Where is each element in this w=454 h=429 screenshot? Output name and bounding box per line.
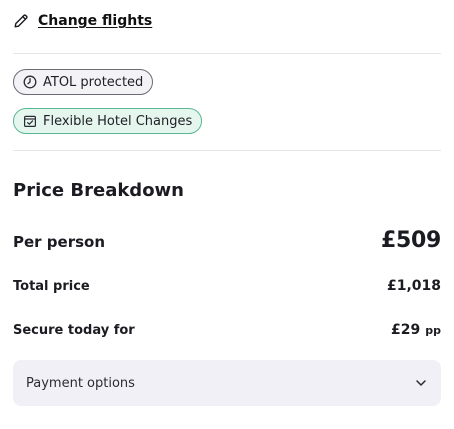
total-price-value: £1,018 — [386, 278, 441, 294]
pencil-icon — [13, 13, 29, 29]
atol-clock-icon — [23, 75, 37, 89]
secure-today-value: £29 — [391, 322, 421, 338]
secure-today-amount: £29 pp — [391, 319, 441, 338]
flexible-hotel-changes-label: Flexible Hotel Changes — [43, 113, 193, 129]
per-person-row: Per person £509 — [13, 228, 441, 253]
chevron-down-icon[interactable] — [414, 376, 428, 390]
total-price-row: Total price £1,018 — [13, 278, 441, 294]
divider — [13, 53, 441, 54]
atol-protected-label: ATOL protected — [43, 74, 144, 90]
price-breakdown-title: Price Breakdown — [13, 180, 184, 201]
secure-today-row: Secure today for £29 pp — [13, 319, 441, 338]
flexible-hotel-changes-badge: Flexible Hotel Changes — [13, 108, 203, 134]
calendar-check-icon — [23, 114, 37, 128]
change-flights-link[interactable]: Change flights — [13, 13, 152, 29]
total-price-label: Total price — [13, 279, 90, 294]
secure-today-label: Secure today for — [13, 323, 135, 338]
payment-options-accordion[interactable]: Payment options — [13, 360, 441, 406]
per-person-label: Per person — [13, 233, 106, 251]
payment-options-label: Payment options — [26, 375, 135, 391]
per-person-price: £509 — [380, 228, 441, 253]
per-person-suffix: pp — [425, 324, 441, 337]
divider — [13, 150, 441, 151]
atol-protected-badge: ATOL protected — [13, 69, 154, 95]
change-flights-label[interactable]: Change flights — [38, 13, 152, 29]
price-summary-panel: Change flights ATOL protected Flexible H… — [0, 0, 454, 429]
